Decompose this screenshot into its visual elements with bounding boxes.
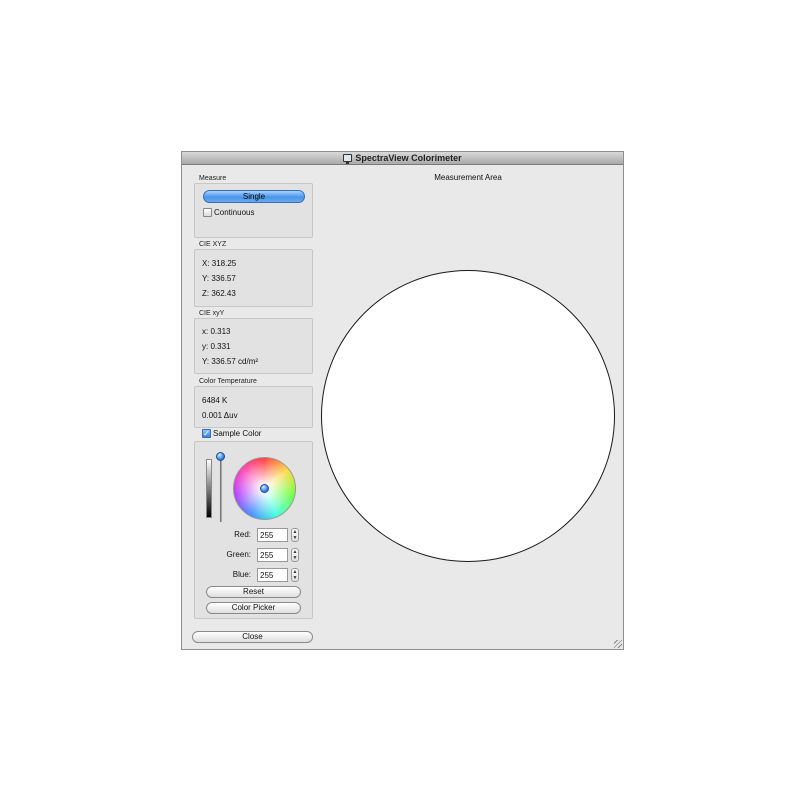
- cie-xyy-group: x: 0.313 y: 0.331 Y: 336.57 cd/m²: [194, 318, 313, 374]
- stepper-icon: ▲ ▼: [292, 549, 298, 561]
- red-stepper[interactable]: ▲ ▼: [291, 528, 299, 542]
- sample-color-label: Sample Color: [213, 429, 262, 438]
- cie-xyy-x: x: 0.313: [202, 327, 231, 336]
- cie-xyz-x: X: 318.25: [202, 259, 237, 268]
- green-stepper[interactable]: ▲ ▼: [291, 548, 299, 562]
- cie-xyz-label: CIE XYZ: [199, 241, 227, 248]
- blue-stepper[interactable]: ▲ ▼: [291, 568, 299, 582]
- colorimeter-window: SpectraView Colorimeter Measure Single C…: [181, 151, 624, 650]
- cie-xyy-y: y: 0.331: [202, 342, 231, 351]
- color-temperature-kelvin: 6484 K: [202, 396, 228, 405]
- measurement-circle: [321, 270, 615, 562]
- cie-xyz-z: Z: 362.43: [202, 289, 236, 298]
- stepper-icon: ▲ ▼: [292, 569, 298, 581]
- title-bar[interactable]: SpectraView Colorimeter: [182, 152, 623, 165]
- measure-group: Single Continuous: [194, 183, 313, 238]
- color-temperature-label: Color Temperature: [199, 378, 257, 385]
- color-temperature-delta-uv: 0.001 Δuv: [202, 411, 238, 420]
- red-input[interactable]: [257, 528, 288, 542]
- cie-xyy-label: CIE xyY: [199, 310, 225, 317]
- color-picker-button[interactable]: Color Picker: [206, 602, 301, 614]
- cie-xyz-y: Y: 336.57: [202, 274, 236, 283]
- window-title: SpectraView Colorimeter: [355, 153, 462, 163]
- cie-xyy-Y: Y: 336.57 cd/m²: [202, 357, 259, 366]
- resize-grip-icon[interactable]: [614, 640, 622, 648]
- stepper-icon: ▲ ▼: [292, 529, 298, 541]
- single-measure-button[interactable]: Single: [203, 190, 305, 203]
- green-input[interactable]: [257, 548, 288, 562]
- continuous-label: Continuous: [214, 208, 255, 217]
- sample-color-checkbox[interactable]: ✓: [202, 429, 211, 438]
- close-button[interactable]: Close: [192, 631, 313, 643]
- continuous-checkbox[interactable]: [203, 208, 212, 217]
- reset-button[interactable]: Reset: [206, 586, 301, 598]
- color-wheel-knob[interactable]: [260, 484, 269, 493]
- brightness-slider-knob[interactable]: [216, 452, 225, 461]
- brightness-slider-track[interactable]: [220, 455, 222, 522]
- color-temperature-group: 6484 K 0.001 Δuv: [194, 386, 313, 428]
- brightness-gradient: [206, 459, 212, 518]
- display-icon: [343, 154, 353, 164]
- green-label: Green:: [226, 550, 251, 559]
- blue-label: Blue:: [232, 570, 251, 579]
- sample-color-group: Red: ▲▼ Green: ▲▼ Blue: ▲▼ Reset Color P…: [194, 441, 313, 619]
- checkmark-icon: ✓: [203, 429, 210, 438]
- red-label: Red:: [234, 530, 251, 539]
- measurement-area-title: Measurement Area: [434, 173, 502, 182]
- blue-input[interactable]: [257, 568, 288, 582]
- measure-label: Measure: [199, 175, 227, 182]
- cie-xyz-group: X: 318.25 Y: 336.57 Z: 362.43: [194, 249, 313, 307]
